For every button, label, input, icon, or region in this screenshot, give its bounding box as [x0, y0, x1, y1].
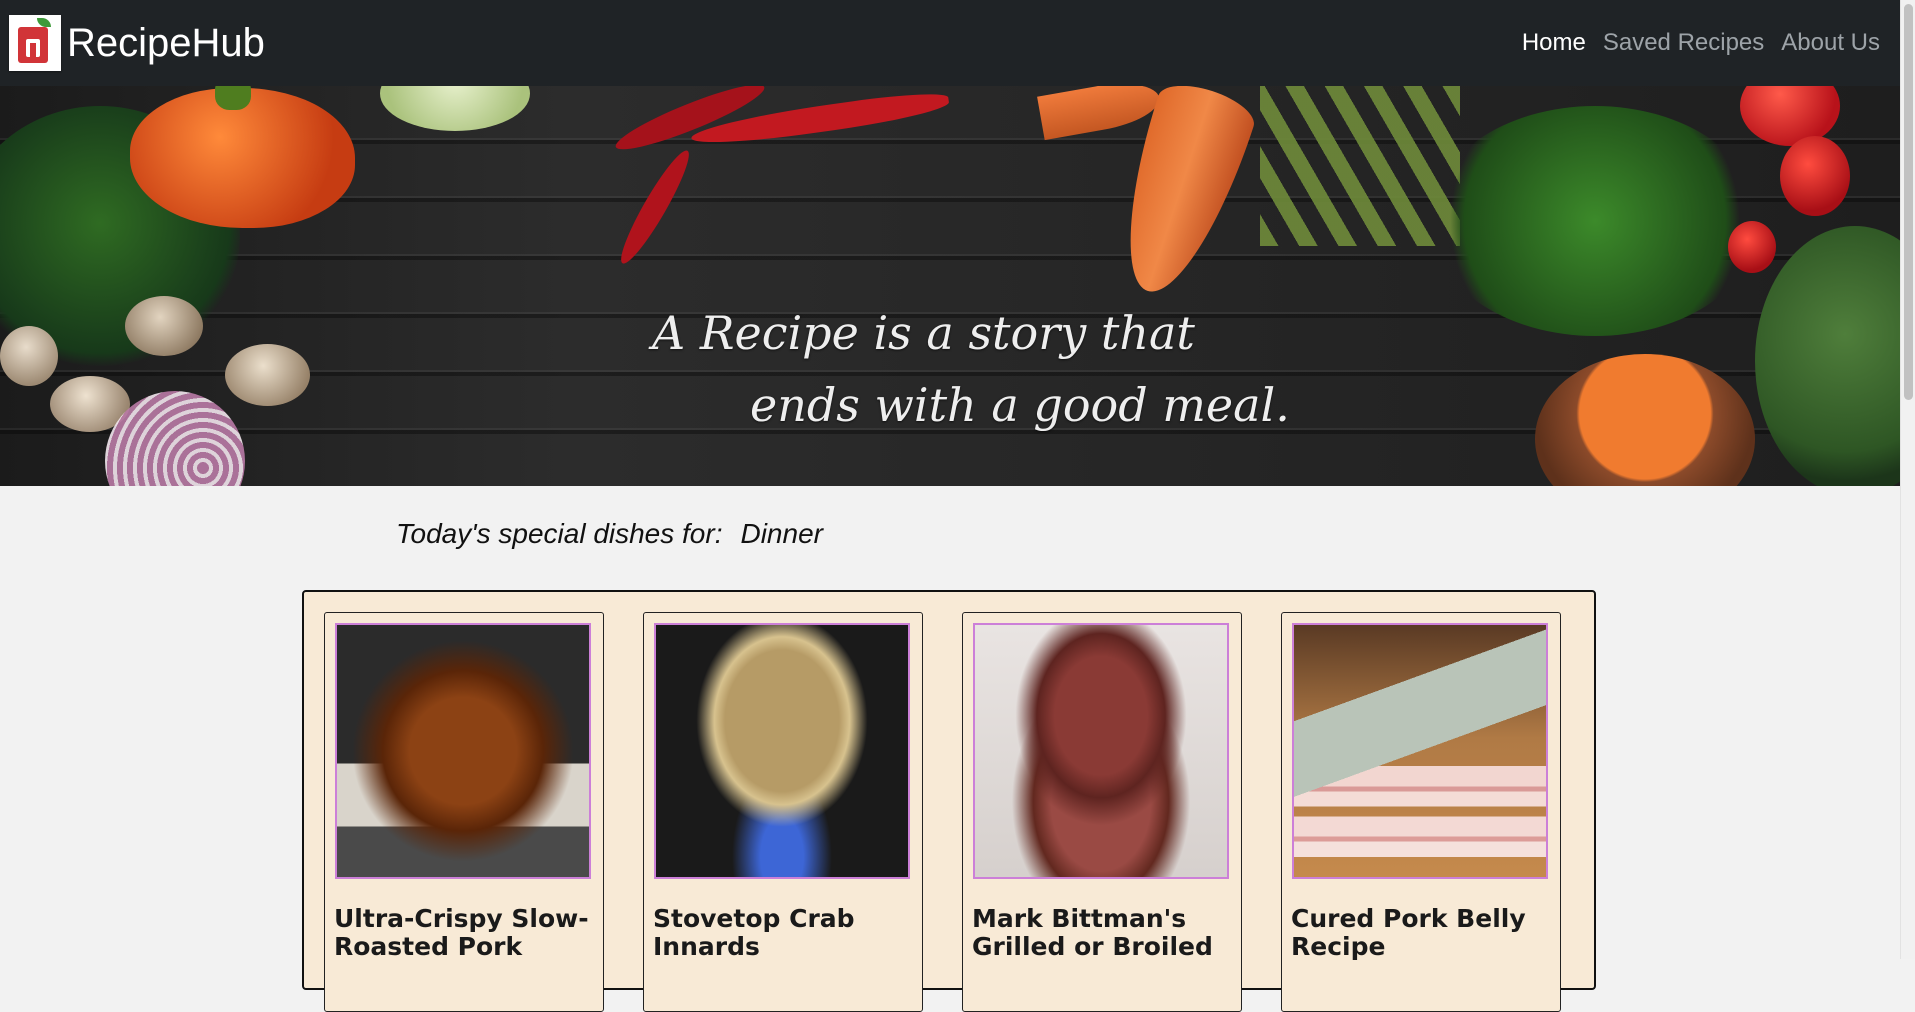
- recipe-cards-panel: Ultra-Crispy Slow-Roasted Pork Stovetop …: [302, 590, 1596, 1012]
- nav-links: Home Saved Recipes About Us: [1505, 26, 1880, 60]
- recipe-title[interactable]: Mark Bittman's Grilled or Broiled: [972, 905, 1232, 961]
- basil-leaves-image: [1430, 106, 1760, 336]
- nav-link-about-us[interactable]: About Us: [1781, 26, 1880, 60]
- recipe-card[interactable]: Stovetop Crab Innards: [643, 612, 923, 1012]
- recipe-title[interactable]: Ultra-Crispy Slow-Roasted Pork: [334, 905, 594, 961]
- nav-link-saved-recipes[interactable]: Saved Recipes: [1603, 26, 1764, 60]
- hero-quote-line-1: A Recipe is a story that: [652, 306, 1195, 360]
- carrot-image: [1037, 86, 1163, 141]
- recipe-card[interactable]: Mark Bittman's Grilled or Broiled: [962, 612, 1242, 1012]
- nav-link-home[interactable]: Home: [1522, 26, 1586, 60]
- recipe-image[interactable]: [335, 623, 591, 879]
- carrot-bowl-image: [1535, 354, 1755, 486]
- brand[interactable]: RecipeHub: [9, 15, 265, 71]
- page-scrollbar[interactable]: [1900, 0, 1915, 959]
- chili-pepper-image: [612, 145, 698, 269]
- hero-banner: A Recipe is a story that ends with a goo…: [0, 86, 1900, 486]
- bell-pepper-image: [130, 88, 355, 228]
- tomato-image: [1780, 136, 1850, 216]
- pepper-stem-image: [215, 86, 251, 110]
- recipe-title[interactable]: Stovetop Crab Innards: [653, 905, 913, 961]
- recipe-book-logo-icon: [9, 15, 61, 71]
- recipe-image[interactable]: [1292, 623, 1548, 879]
- top-navbar: RecipeHub Home Saved Recipes About Us: [0, 0, 1900, 86]
- mushroom-image: [0, 326, 58, 386]
- cabbage-image: [380, 86, 530, 131]
- meal-type: Dinner: [740, 518, 823, 549]
- recipe-image[interactable]: [973, 623, 1229, 879]
- hero-quote-line-2: ends with a good meal.: [750, 378, 1290, 432]
- mushroom-image: [125, 296, 203, 356]
- brand-name[interactable]: RecipeHub: [67, 15, 265, 71]
- special-dishes-label: Today's special dishes for:: [396, 518, 723, 549]
- recipe-image[interactable]: [654, 623, 910, 879]
- broccoli-image: [1755, 226, 1900, 486]
- recipe-card[interactable]: Cured Pork Belly Recipe: [1281, 612, 1561, 1012]
- scrollbar-thumb[interactable]: [1904, 4, 1913, 400]
- special-dishes-heading: Today's special dishes for: Dinner: [396, 518, 823, 550]
- mushroom-image: [225, 344, 310, 406]
- tomato-image: [1728, 221, 1776, 273]
- recipe-card[interactable]: Ultra-Crispy Slow-Roasted Pork: [324, 612, 604, 1012]
- recipe-title[interactable]: Cured Pork Belly Recipe: [1291, 905, 1551, 961]
